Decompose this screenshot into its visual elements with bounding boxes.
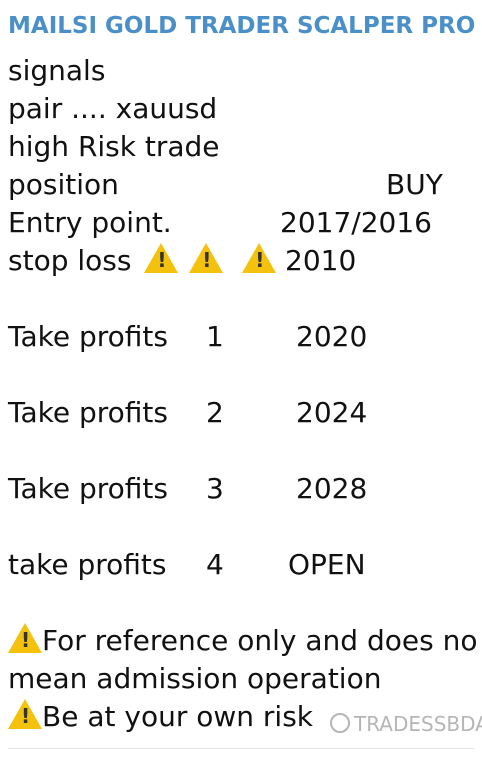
warning-icon	[242, 243, 277, 273]
tp3-value: 2028	[296, 472, 368, 505]
risk-line: high Risk trade	[8, 130, 220, 163]
stop-loss-label: stop loss	[8, 244, 132, 277]
disclaimer-line-2: mean admission operation	[8, 662, 382, 695]
entry-label: Entry point.	[8, 206, 172, 239]
tp2-label: Take profits	[8, 396, 168, 429]
disclaimer-text-3: Be at your own risk	[42, 700, 314, 733]
stop-loss-value: 2010	[285, 244, 357, 277]
tp1-number: 1	[206, 320, 224, 353]
pair-line: pair .... xauusd	[8, 92, 218, 125]
disclaimer-text-1: For reference only and does no	[42, 624, 478, 657]
warning-icon	[144, 243, 179, 273]
tp1-value: 2020	[296, 320, 368, 353]
tp3-label: Take profits	[8, 472, 168, 505]
message-title: MAILSI GOLD TRADER SCALPER PRO	[8, 13, 476, 39]
disclaimer-line-1: For reference only and does no	[8, 622, 482, 660]
tp4-value: OPEN	[288, 548, 366, 581]
tp4-label: take profits	[8, 548, 167, 581]
watermark-logo-icon	[330, 713, 350, 733]
warning-icon	[8, 623, 42, 653]
tp4-number: 4	[206, 548, 224, 581]
stop-loss-row: stop loss	[8, 242, 277, 280]
tp2-value: 2024	[296, 396, 368, 429]
disclaimer-line-3: Be at your own risk	[8, 698, 313, 736]
signals-label: signals	[8, 54, 106, 87]
warning-icon	[8, 699, 42, 729]
tp2-number: 2	[206, 396, 224, 429]
watermark-text: TRADESSBDA	[354, 712, 482, 736]
watermark: TRADESSBDA	[330, 712, 482, 736]
divider	[8, 748, 474, 749]
entry-value: 2017/2016	[280, 206, 432, 239]
position-value: BUY	[386, 168, 443, 201]
warning-icon	[189, 243, 224, 273]
tp1-label: Take profits	[8, 320, 168, 353]
tp3-number: 3	[206, 472, 224, 505]
position-label: position	[8, 168, 119, 201]
